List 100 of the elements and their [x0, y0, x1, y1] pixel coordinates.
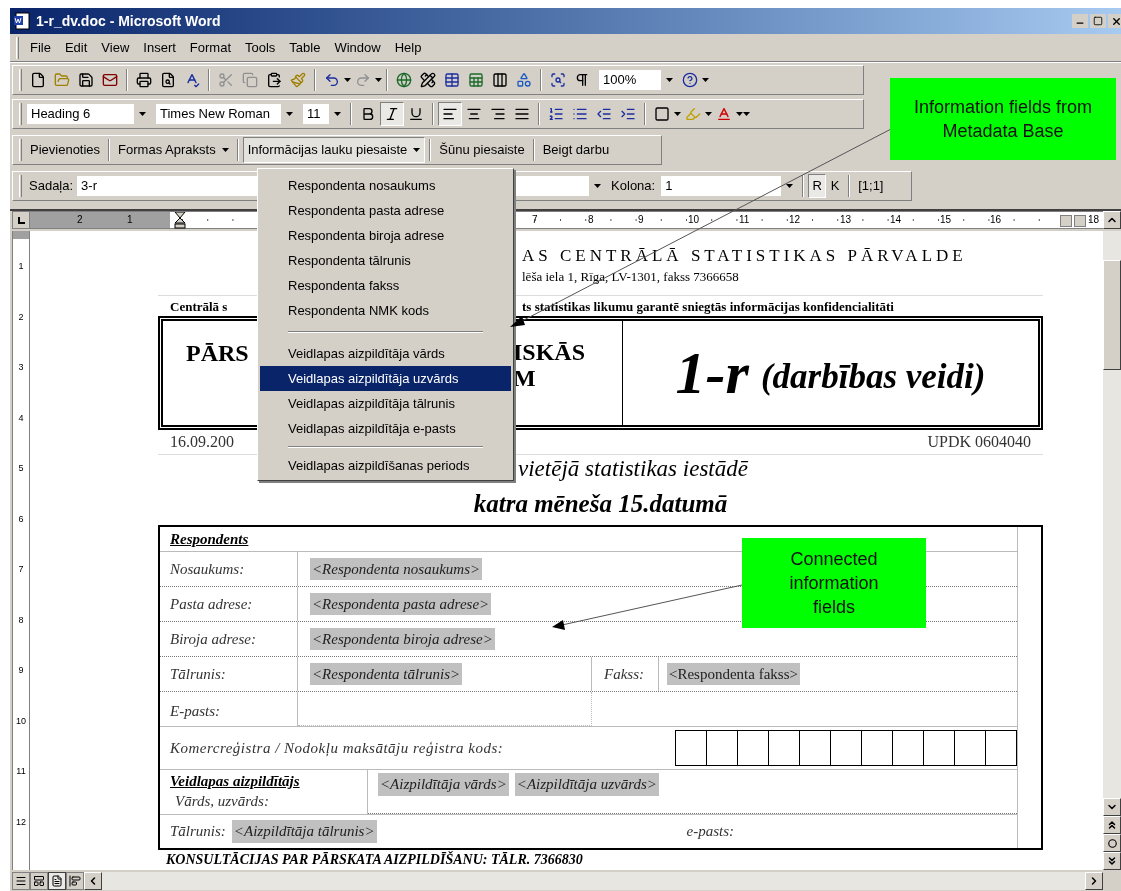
normal-view-button[interactable]: [12, 871, 30, 890]
scroll-up-button[interactable]: [1103, 211, 1121, 229]
menu-item[interactable]: Veidlapas aizpildītāja e-pasts: [260, 416, 511, 441]
ruler-number: 11: [15, 766, 27, 776]
form-code-number: UPDK 0604040: [927, 432, 1031, 452]
menu-item[interactable]: Respondenta nosaukums: [260, 173, 511, 198]
menu-item[interactable]: View: [94, 37, 137, 58]
confidentiality-text: ts statistikas likumu garantē sniegtās informācijas konfidencialitāti: [522, 297, 894, 316]
vertical-scrollbar[interactable]: [1103, 231, 1121, 870]
pilcrow-icon: [574, 71, 590, 88]
print-layout-button[interactable]: [48, 871, 66, 890]
menu-item[interactable]: Insert: [136, 37, 183, 58]
report-title: PĀRS: [186, 340, 249, 366]
toolbar-button[interactable]: Formas Apraksts: [114, 137, 233, 163]
style-combo[interactable]: Heading 6: [26, 103, 151, 125]
ruler-number: 18: [1088, 213, 1100, 227]
code-box[interactable]: [831, 730, 862, 766]
code-box[interactable]: [893, 730, 924, 766]
toggle-button[interactable]: R: [808, 174, 827, 198]
italic-icon: [384, 106, 400, 122]
code-box[interactable]: [862, 730, 893, 766]
field-label: e-pasts:: [686, 822, 735, 842]
justify-icon: [514, 106, 530, 122]
code-box[interactable]: [707, 730, 738, 766]
scroll-left-button[interactable]: [84, 871, 102, 890]
scroll-thumb[interactable]: [1103, 260, 1121, 370]
printer-icon: [136, 71, 152, 88]
undo-icon: [324, 71, 340, 88]
indent-marker-icon[interactable]: [174, 212, 186, 229]
align-left-button[interactable]: [438, 102, 462, 126]
ruler-number: 6: [17, 513, 25, 524]
double-down-arrow-icon: [1106, 855, 1118, 867]
caret-icon: [785, 184, 793, 188]
spell-check-icon: [184, 71, 200, 88]
font-size-combo[interactable]: 11: [302, 103, 346, 125]
menu-item[interactable]: Format: [182, 37, 238, 58]
font-combo[interactable]: Times New Roman: [155, 103, 298, 125]
menu-item[interactable]: Window: [327, 37, 388, 58]
document-icon: [13, 12, 31, 30]
code-box[interactable]: [769, 730, 800, 766]
menu-item[interactable]: Respondenta fakss: [260, 273, 511, 298]
circle-icon: [1107, 838, 1117, 848]
scroll-right-button[interactable]: [1085, 871, 1103, 890]
minimize-button[interactable]: [1072, 14, 1088, 28]
menu-item[interactable]: Veidlapas aizpildītāja uzvārds: [260, 366, 511, 391]
ruler-number: 9: [17, 665, 25, 675]
menu-item[interactable]: Respondenta pasta adrese: [260, 198, 511, 223]
field-label: Tālrunis:: [170, 822, 226, 842]
next-page-button[interactable]: [1103, 852, 1121, 870]
menu-item[interactable]: Respondenta tālrunis: [260, 248, 511, 273]
scroll-down-button[interactable]: [1103, 798, 1121, 816]
field-value: <Respondenta fakss>: [667, 662, 800, 686]
menu-item[interactable]: Edit: [57, 37, 95, 58]
caret-icon: [674, 112, 681, 116]
horizontal-scrollbar[interactable]: [102, 871, 1085, 890]
code-box[interactable]: [986, 730, 1017, 766]
code-box[interactable]: [800, 730, 831, 766]
outline-view-button[interactable]: [66, 871, 84, 890]
code-box[interactable]: [676, 730, 707, 766]
code-box[interactable]: [955, 730, 986, 766]
toggle-button[interactable]: K: [826, 174, 845, 198]
decrease-indent-icon: [596, 106, 612, 122]
caret-icon: [138, 112, 146, 116]
menu-item[interactable]: Tools: [238, 37, 283, 58]
menu-item[interactable]: Respondenta biroja adrese: [260, 223, 511, 248]
bold-icon: [360, 106, 376, 122]
menu-item[interactable]: Veidlapas aizpildītāja vārds: [260, 341, 511, 366]
toolbar-button[interactable]: Informācijas lauku piesaiste: [242, 137, 426, 163]
menu-item[interactable]: Veidlapas aizpildīšanas periods: [260, 453, 511, 478]
ruler-number: 7: [532, 213, 538, 227]
code-box[interactable]: [738, 730, 769, 766]
field-value: <Aizpildītāja uzvārds>: [514, 773, 659, 796]
browse-object-button[interactable]: [1103, 834, 1121, 852]
field-label: E-pasts:: [170, 701, 220, 721]
toolbar-button[interactable]: Beigt darbu: [538, 137, 614, 163]
menu-item[interactable]: Table: [282, 37, 328, 58]
close-button[interactable]: [1108, 14, 1121, 28]
tab-selector[interactable]: [12, 211, 30, 229]
toolbar-button[interactable]: Šūnu piesaiste: [435, 137, 529, 163]
align-center-icon: [466, 106, 482, 122]
field-label: Fakss:: [604, 664, 644, 684]
italic-button[interactable]: [380, 102, 404, 126]
previous-page-button[interactable]: [1103, 816, 1121, 834]
report-title: ISKĀS: [513, 339, 586, 365]
ruler-number: 10: [688, 213, 700, 227]
menu-item[interactable]: Veidlapas aizpildītāja tālrunis: [260, 391, 511, 416]
menu-item[interactable]: Help: [387, 37, 429, 58]
page-icon: [51, 874, 63, 887]
spreadsheet-icon: [468, 71, 484, 88]
web-view-button[interactable]: [30, 871, 48, 890]
menu-item[interactable]: File: [23, 37, 58, 58]
zoom-combo[interactable]: 100%: [598, 68, 678, 91]
maximize-button[interactable]: [1090, 14, 1106, 28]
menu-item[interactable]: Respondenta NMK kods: [260, 298, 511, 323]
code-box[interactable]: [924, 730, 955, 766]
column-combo[interactable]: 1: [660, 175, 799, 197]
field-label: Tālrunis:: [170, 664, 226, 684]
consultation-note: KONSULTĀCIJAS PAR PĀRSKATA AIZPILDĪŠANU: TĀLR. 7366830: [166, 850, 583, 869]
toolbar-button[interactable]: Pievienoties: [26, 137, 105, 163]
column-marker-icon[interactable]: [1060, 215, 1086, 227]
